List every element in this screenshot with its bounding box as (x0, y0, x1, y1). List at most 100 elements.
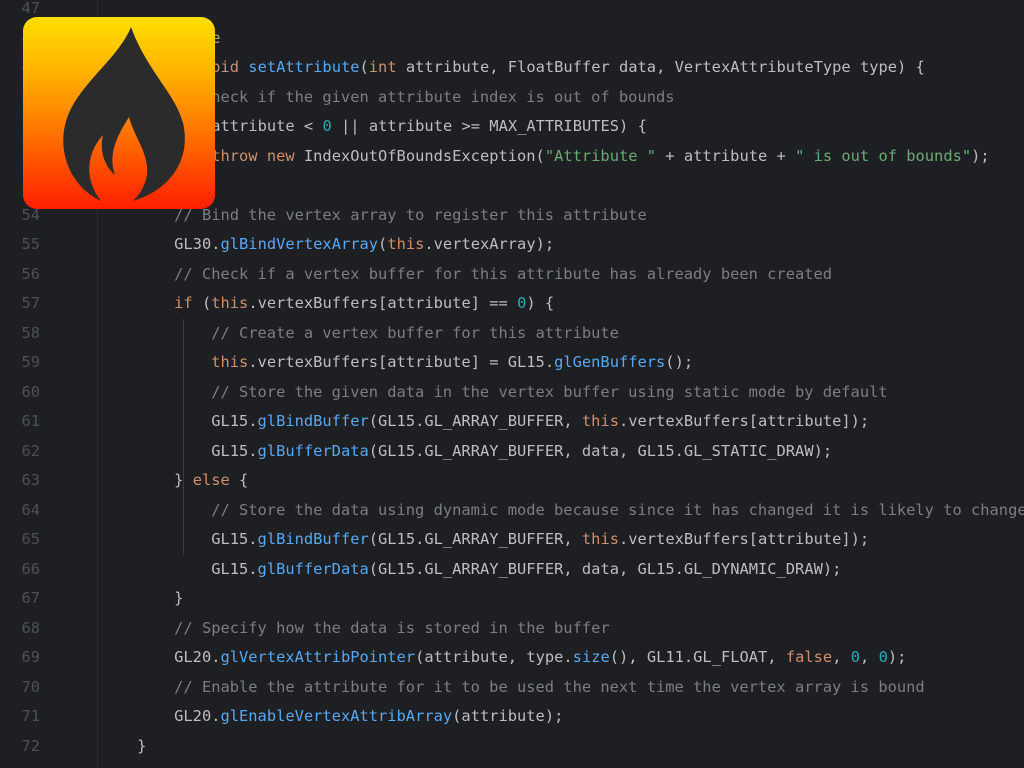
code-token: glBindBuffer (257, 412, 369, 430)
line-number: 69 (21, 648, 40, 666)
flame-icon (63, 27, 185, 201)
code-token: GL_ARRAY_BUFFER (424, 441, 564, 460)
code-text[interactable]: throw new IndexOutOfBoundsException("Att… (100, 142, 990, 172)
code-token: , VertexAttributeType (656, 58, 860, 76)
code-text[interactable]: } else { (100, 466, 248, 496)
code-line[interactable]: 66 GL15.glBufferData(GL15.GL_ARRAY_BUFFE… (0, 555, 1024, 585)
code-token: , (563, 559, 582, 578)
code-line[interactable]: 71 GL20.glEnableVertexAttribArray(attrib… (0, 702, 1024, 732)
code-editor[interactable]: 4748 @Override49 public void setAttribut… (0, 0, 1024, 768)
code-text[interactable]: // Enable the attribute for it to be use… (100, 673, 925, 703)
line-number: 66 (21, 559, 40, 578)
code-text[interactable]: GL20.glEnableVertexAttribArray(attribute… (100, 702, 563, 732)
code-token: , (563, 412, 582, 430)
line-number: 70 (21, 677, 40, 696)
code-token: data (619, 58, 657, 76)
code-token: ) { (526, 294, 555, 312)
code-line[interactable]: 68 // Specify how the data is stored in … (0, 614, 1024, 644)
line-number: 57 (21, 294, 40, 312)
code-token: // Specify how the data is stored in the… (174, 618, 610, 637)
line-number: 62 (21, 441, 40, 460)
code-line[interactable]: 64 // Store the data using dynamic mode … (0, 496, 1024, 526)
code-text[interactable]: public void setAttribute(int attribute, … (100, 53, 925, 83)
code-text[interactable]: this.vertexBuffers[attribute] = GL15.glG… (100, 348, 693, 378)
code-line[interactable]: 60 // Store the given data in the vertex… (0, 378, 1024, 408)
code-token: . (211, 235, 221, 253)
code-token: , (563, 530, 582, 548)
code-token: } (100, 736, 147, 755)
code-token: if (174, 294, 202, 312)
code-token: >= (452, 117, 490, 135)
code-token: GL_ARRAY_BUFFER (424, 530, 564, 548)
code-token: + (656, 146, 684, 165)
code-line[interactable]: 70 // Enable the attribute for it to be … (0, 673, 1024, 703)
code-line[interactable]: 61 GL15.glBindBuffer(GL15.GL_ARRAY_BUFFE… (0, 407, 1024, 437)
code-line[interactable]: 67 } (0, 584, 1024, 614)
code-text[interactable]: GL15.glBindBuffer(GL15.GL_ARRAY_BUFFER, … (100, 407, 869, 437)
code-token: } (100, 589, 184, 607)
code-text[interactable]: GL15.glBufferData(GL15.GL_ARRAY_BUFFER , … (100, 437, 832, 467)
code-token: ] = GL15. (470, 353, 555, 371)
code-token: glGenBuffers (554, 353, 666, 371)
code-token: (GL15. (368, 412, 425, 430)
code-token: attribute (405, 58, 490, 76)
code-token: // Bind the vertex array to register thi… (174, 205, 647, 224)
code-line[interactable]: 57 if (this.vertexBuffers[attribute] == … (0, 289, 1024, 319)
code-token: ); (971, 146, 990, 165)
line-number: 58 (21, 323, 40, 342)
code-token: data (581, 441, 619, 460)
code-line[interactable]: 63 } else { (0, 466, 1024, 496)
code-line[interactable]: 65 GL15.glBindBuffer(GL15.GL_ARRAY_BUFFE… (0, 525, 1024, 555)
code-text[interactable]: GL20.glVertexAttribPointer(attribute, ty… (100, 643, 906, 673)
line-number: 68 (21, 618, 40, 637)
code-line[interactable]: 55 GL30.glBindVertexArray(this.vertexArr… (0, 230, 1024, 260)
code-line[interactable]: 72 } (0, 732, 1024, 762)
code-token: attribute (368, 117, 453, 135)
code-line[interactable]: 69 GL20.glVertexAttribPointer(attribute,… (0, 643, 1024, 673)
code-text[interactable]: if (this.vertexBuffers[attribute] == 0) … (100, 289, 554, 319)
code-token: ) { (897, 58, 925, 76)
code-token: MAX_ATTRIBUTES (489, 117, 620, 135)
code-line[interactable]: 73 (0, 761, 1024, 768)
line-number: 71 (21, 707, 40, 725)
code-token: , (507, 648, 527, 666)
code-token: . (563, 648, 573, 666)
code-token: attribute (387, 294, 471, 312)
code-token: " is out of bounds" (795, 146, 972, 165)
code-line[interactable]: 56 // Check if a vertex buffer for this … (0, 260, 1024, 290)
code-token: { (239, 471, 249, 489)
code-token: data (581, 559, 619, 578)
code-text[interactable]: // Store the given data in the vertex bu… (100, 378, 887, 408)
code-token: ]); (841, 412, 870, 430)
code-text[interactable]: // Create a vertex buffer for this attri… (100, 319, 619, 349)
code-text[interactable]: // Check if a vertex buffer for this att… (100, 260, 832, 290)
code-token: int (368, 58, 406, 76)
code-token: attribute (424, 648, 508, 666)
code-line[interactable]: 59 this.vertexBuffers[attribute] = GL15.… (0, 348, 1024, 378)
code-token: glBindBuffer (257, 530, 369, 548)
code-token: + (767, 146, 796, 165)
code-token: , GL15. (618, 559, 684, 578)
code-line[interactable]: 58 // Create a vertex buffer for this at… (0, 319, 1024, 349)
code-token: ( (201, 294, 212, 312)
code-line[interactable]: 62 GL15.glBufferData(GL15.GL_ARRAY_BUFFE… (0, 437, 1024, 467)
code-text[interactable]: } (100, 584, 183, 614)
code-token: (), GL11. (609, 648, 694, 666)
code-text[interactable]: } (100, 732, 146, 762)
code-text[interactable]: GL15.glBufferData(GL15.GL_ARRAY_BUFFER , … (100, 555, 841, 585)
code-text[interactable]: GL15.glBindBuffer(GL15.GL_ARRAY_BUFFER, … (100, 525, 869, 555)
code-token: (GL15. (368, 559, 425, 578)
code-token: 0 (850, 648, 861, 666)
line-number: 56 (21, 264, 40, 283)
code-text[interactable]: GL30.glBindVertexArray(this.vertexArray)… (100, 230, 554, 260)
code-token: (GL15. (368, 530, 425, 548)
code-text[interactable]: // Store the data using dynamic mode bec… (100, 496, 1024, 526)
code-text[interactable]: // Specify how the data is stored in the… (100, 614, 610, 644)
